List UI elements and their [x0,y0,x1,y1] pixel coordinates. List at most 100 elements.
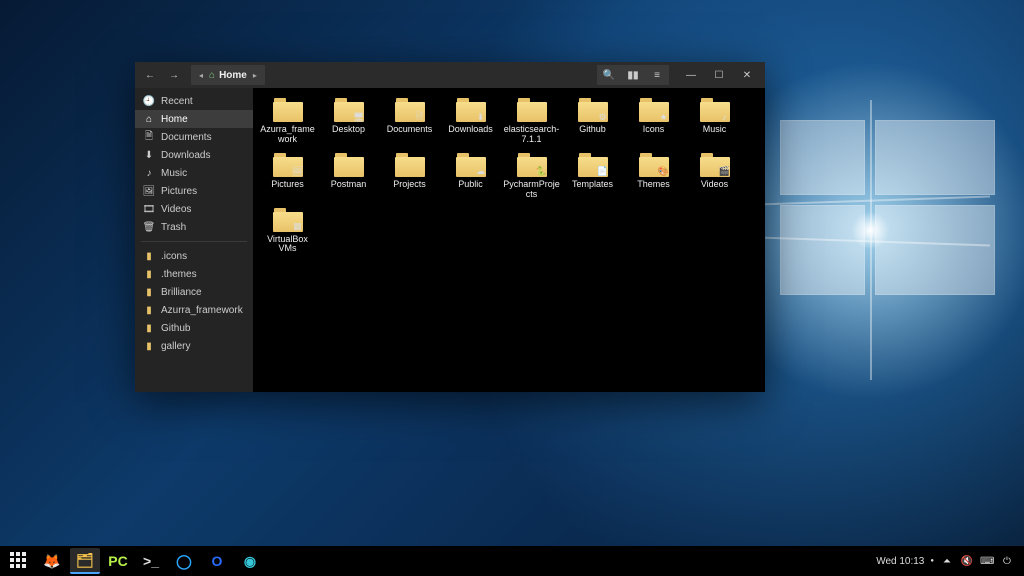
folder-item[interactable]: Projects [379,149,440,204]
sidebar-item-label: Home [161,114,188,125]
sidebar-icon: ♪ [143,167,155,179]
taskbar-app-firefox[interactable]: 🦊 [37,548,67,574]
sidebar-item-home[interactable]: ⌂ Home [135,110,253,128]
home-icon: ⌂ [209,70,215,81]
sidebar-icon: 🗑 [143,221,155,233]
terminal-icon: >_ [143,553,159,569]
apps-menu-button[interactable] [4,548,34,574]
folder-label: Themes [637,180,670,190]
folder-overlay-icon: ★ [658,111,670,123]
system-tray: Wed 10:13 ● ⏶ 🔇 ⌨ ⏻ [870,556,1020,567]
folder-item[interactable]: 🖼Pictures [257,149,318,204]
sidebar-bookmark[interactable]: ▮Azurra_framework [135,301,253,319]
folder-icon: 🎬 [700,153,730,177]
sidebar-icon: ⌂ [143,113,155,125]
firefox-icon: 🦊 [43,553,60,570]
clock[interactable]: Wed 10:13 [876,556,924,567]
folder-label: Projects [393,180,426,190]
sidebar-bookmark[interactable]: ▮.icons [135,247,253,265]
sidebar-icon: 🎞 [143,203,155,215]
folder-item[interactable]: 🖥Desktop [318,94,379,149]
close-button[interactable]: ✕ [733,65,761,85]
folder-label: Icons [643,125,665,135]
path-next-icon[interactable]: ▸ [251,71,259,80]
search-button[interactable]: 🔍 [597,65,621,85]
tray-icon[interactable]: 🔇 [960,556,974,567]
sidebar-item-label: Downloads [161,150,210,161]
folder-item[interactable]: ☁Public [440,149,501,204]
sidebar-bookmark[interactable]: ▮.themes [135,265,253,283]
folder-icon: ▮ [143,322,155,334]
sidebar-icon: 🖼 [143,185,155,197]
clock-dot: ● [930,558,934,564]
taskbar-app-media[interactable]: ◉ [235,548,265,574]
sidebar-item-label: Videos [161,204,191,215]
menu-button[interactable]: ≡ [645,65,669,85]
sidebar-item-music[interactable]: ♪ Music [135,164,253,182]
apps-grid-icon [10,552,28,570]
sidebar-separator [141,241,247,242]
tray-icon[interactable]: ⏶ [940,556,954,567]
folder-icon: 🎨 [639,153,669,177]
folder-label: Postman [331,180,367,190]
folder-overlay-icon: ⚙ [597,111,609,123]
sidebar-bookmark[interactable]: ▮Brilliance [135,283,253,301]
sidebar-item-downloads[interactable]: ⬇Downloads [135,146,253,164]
taskbar-app-pycharm[interactable]: PC [103,548,133,574]
folder-view[interactable]: Azurra_framework🖥Desktop🗎Documents⬇Downl… [253,88,765,392]
folder-icon: ⚙ [578,98,608,122]
media-icon: ◉ [244,553,256,570]
folder-item[interactable]: 🐍PycharmProjects [501,149,562,204]
sidebar-item-recent[interactable]: 🕘Recent [135,92,253,110]
forward-button[interactable]: → [163,65,185,85]
sidebar-item-documents[interactable]: 🗎Documents [135,128,253,146]
folder-item[interactable]: ⚙Github [562,94,623,149]
folder-item[interactable]: Azurra_framework [257,94,318,149]
folder-item[interactable]: ★ Icons [623,94,684,149]
folder-item[interactable]: ♪Music [684,94,745,149]
folder-icon [273,98,303,122]
folder-icon [334,153,364,177]
folder-item[interactable]: 📄Templates [562,149,623,204]
sidebar-icon: 🗎 [143,131,155,143]
files-icon: 🗂 [76,552,94,569]
taskbar-app-settings[interactable]: ◯ [169,548,199,574]
folder-item[interactable]: 🎬Videos [684,149,745,204]
taskbar-app-terminal[interactable]: >_ [136,548,166,574]
path-segment[interactable]: Home [219,70,247,81]
folder-overlay-icon: 📄 [597,166,609,178]
folder-label: Music [703,125,727,135]
sidebar-item-label: Music [161,168,187,179]
folder-item[interactable]: ⬇Downloads [440,94,501,149]
titlebar: ← → ◂ ⌂ Home ▸ 🔍 ▮▮ ≡ — ☐ ✕ [135,62,765,88]
tray-icon[interactable]: ⏻ [1000,556,1014,567]
view-toggle-button[interactable]: ▮▮ [621,65,645,85]
folder-icon: ▮ [143,340,155,352]
folder-item[interactable]: Postman [318,149,379,204]
sidebar-item-videos[interactable]: 🎞 Videos [135,200,253,218]
sidebar-item-label: .themes [161,269,197,280]
folder-icon: 📄 [578,153,608,177]
folder-label: PycharmProjects [503,180,560,200]
path-prev-icon[interactable]: ◂ [197,71,205,80]
sidebar-item-label: gallery [161,341,190,352]
folder-item[interactable]: elasticsearch-7.1.1 [501,94,562,149]
folder-item[interactable]: 🎨 Themes [623,149,684,204]
sidebar-item-label: Brilliance [161,287,202,298]
folder-item[interactable]: 🗎Documents [379,94,440,149]
folder-icon: 🗎 [395,98,425,122]
sidebar-bookmark[interactable]: ▮Github [135,319,253,337]
maximize-button[interactable]: ☐ [705,65,733,85]
sidebar-bookmark[interactable]: ▮ gallery [135,337,253,355]
tray-icon[interactable]: ⌨ [980,556,994,567]
folder-item[interactable]: ▦VirtualBox VMs [257,204,318,259]
minimize-button[interactable]: — [677,65,705,85]
back-button[interactable]: ← [139,65,161,85]
taskbar-app-outlook[interactable]: O [202,548,232,574]
path-bar[interactable]: ◂ ⌂ Home ▸ [191,65,265,85]
folder-label: Public [458,180,483,190]
taskbar-app-files[interactable]: 🗂 [70,548,100,574]
sidebar-item-trash[interactable]: 🗑Trash [135,218,253,236]
taskbar-apps: 🦊 🗂 PC >_ ◯O ◉ [37,548,265,574]
sidebar-item-pictures[interactable]: 🖼Pictures [135,182,253,200]
